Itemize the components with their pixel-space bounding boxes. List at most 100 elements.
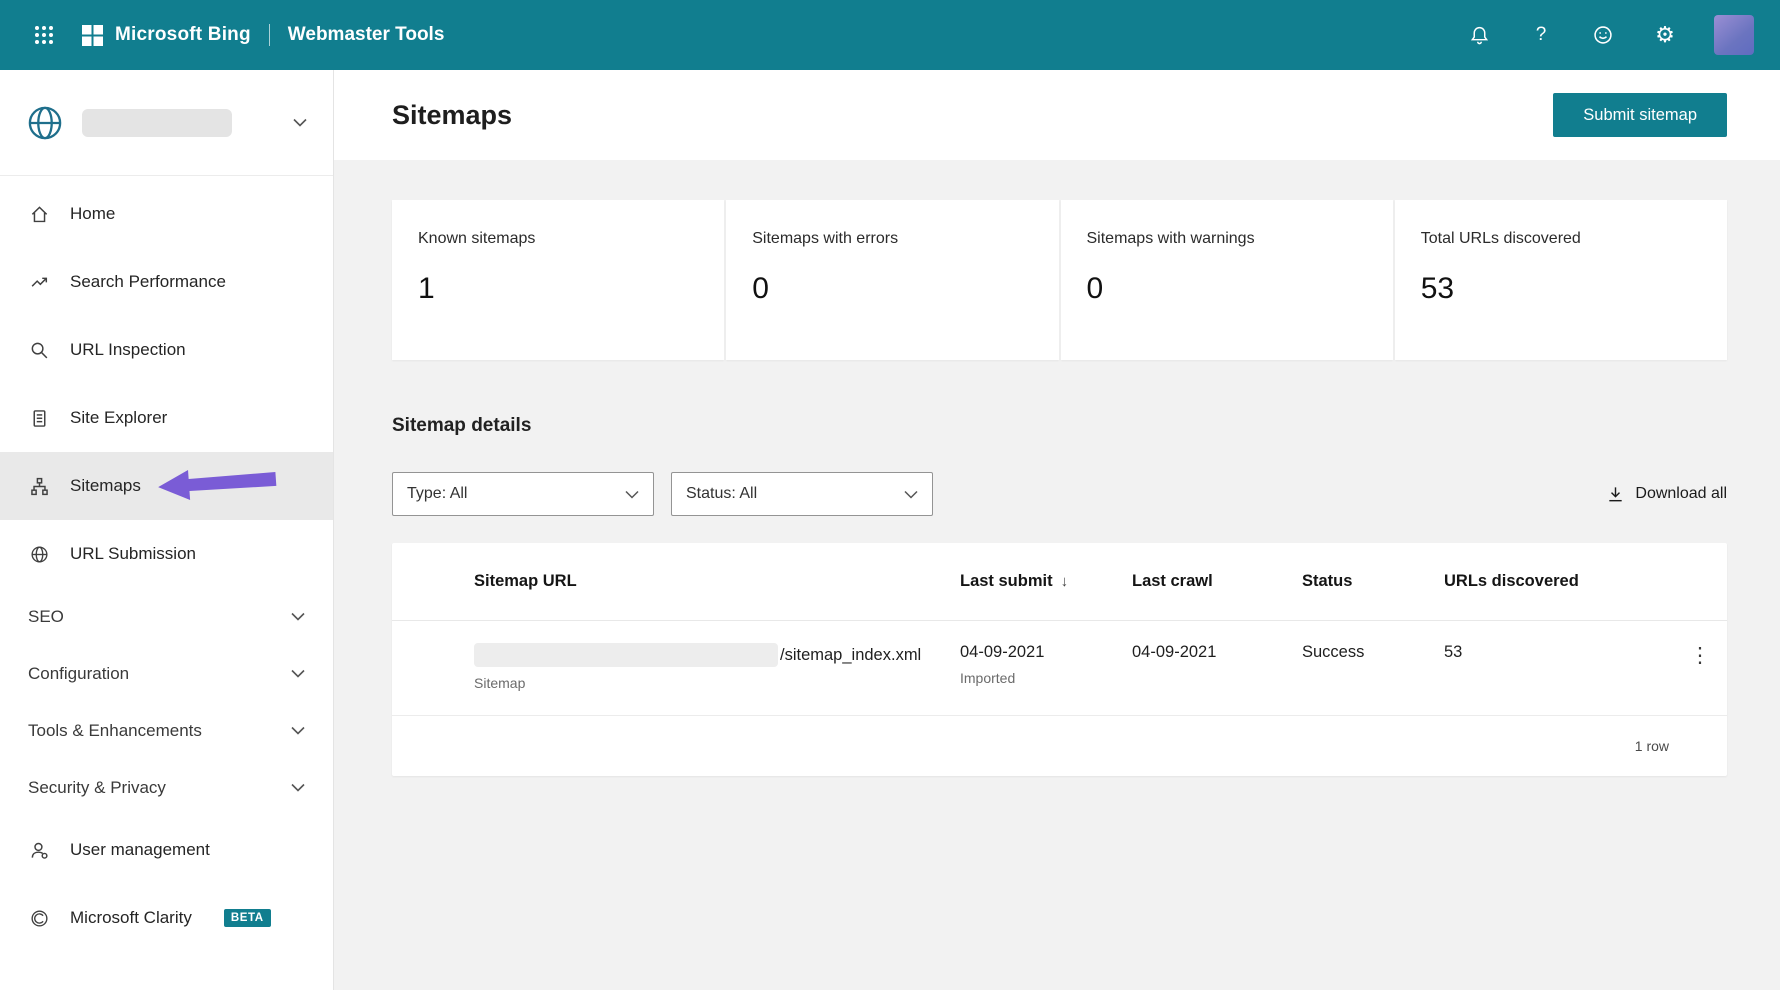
feedback-smiley-icon[interactable] <box>1590 22 1616 48</box>
stat-label: Total URLs discovered <box>1420 230 1581 247</box>
content-area: Known sitemaps 1 Sitemaps with errors 0 … <box>334 160 1780 776</box>
topbar-actions: ? ⚙ <box>1466 15 1754 55</box>
sidebar-item-label: URL Inspection <box>70 340 186 359</box>
sidebar: Home Search Performance URL Inspection S… <box>0 70 334 990</box>
stat-card-total-urls: Total URLs discovered 53 <box>1394 200 1727 360</box>
filters-row: Type: All Status: All Download all <box>392 472 1727 516</box>
chevron-down-icon <box>291 669 305 678</box>
chevron-down-icon <box>904 490 918 499</box>
user-icon <box>28 839 50 861</box>
stats-row: Known sitemaps 1 Sitemaps with errors 0 … <box>392 200 1727 360</box>
download-all-button[interactable]: Download all <box>1606 485 1727 504</box>
sitemap-icon <box>28 475 50 497</box>
status-filter-select[interactable]: Status: All <box>671 472 933 516</box>
sitemap-type-label: Sitemap <box>474 675 526 691</box>
type-filter-select[interactable]: Type: All <box>392 472 654 516</box>
brand-separator <box>268 24 270 46</box>
sidebar-item-url-inspection[interactable]: URL Inspection <box>0 316 333 384</box>
site-name-redacted <box>82 108 232 137</box>
sidebar-item-url-submission[interactable]: URL Submission <box>0 520 333 588</box>
sidebar-group-label: Tools & Enhancements <box>28 720 202 740</box>
sidebar-item-label: Home <box>70 204 116 223</box>
col-header-label: Last submit <box>960 572 1053 590</box>
page-title: Sitemaps <box>392 99 513 130</box>
col-header-status[interactable]: Status <box>1302 572 1444 591</box>
chevron-down-icon <box>293 118 307 127</box>
clarity-logo-icon <box>28 907 50 929</box>
download-all-label: Download all <box>1635 485 1727 502</box>
sidebar-item-label: User management <box>70 840 210 859</box>
sidebar-group-seo[interactable]: SEO <box>0 588 333 645</box>
stat-label: Known sitemaps <box>418 230 536 247</box>
search-icon <box>28 339 50 361</box>
sidebar-item-label: Microsoft Clarity <box>70 908 192 927</box>
submit-sitemap-button[interactable]: Submit sitemap <box>1553 93 1727 137</box>
sidebar-item-label: Site Explorer <box>70 408 168 427</box>
sidebar-group-label: Security & Privacy <box>28 777 166 797</box>
sidebar-item-home[interactable]: Home <box>0 180 333 248</box>
status-value: Success <box>1302 643 1365 661</box>
table-footer: 1 row <box>392 716 1727 776</box>
trend-chart-icon <box>28 271 50 293</box>
download-icon <box>1606 485 1625 504</box>
type-filter-value: Type: All <box>407 485 468 502</box>
last-submit-source: Imported <box>960 670 1016 686</box>
table-row: /sitemap_index.xml Sitemap 04-09-2021 Im… <box>392 621 1727 716</box>
stat-value: 1 <box>418 272 435 305</box>
help-icon[interactable]: ? <box>1528 22 1554 48</box>
row-menu-kebab-icon[interactable]: ⋮ <box>1684 645 1717 666</box>
user-avatar[interactable] <box>1714 15 1754 55</box>
sidebar-item-label: Sitemaps <box>70 476 141 495</box>
sidebar-nav: Home Search Performance URL Inspection S… <box>0 176 333 952</box>
col-header-sitemap-url[interactable]: Sitemap URL <box>392 572 960 591</box>
sitemap-url-cell: /sitemap_index.xml Sitemap <box>392 643 960 691</box>
chevron-down-icon <box>291 783 305 792</box>
sidebar-item-microsoft-clarity[interactable]: Microsoft Clarity BETA <box>0 884 333 952</box>
brand-name: Microsoft Bing <box>115 24 251 45</box>
brand-logo[interactable]: Microsoft Bing Webmaster Tools <box>82 24 444 46</box>
site-selector[interactable] <box>0 70 333 176</box>
last-crawl-cell: 04-09-2021 <box>1132 643 1302 662</box>
stat-value: 53 <box>1420 272 1455 305</box>
app-root: Microsoft Bing Webmaster Tools ? ⚙ Home … <box>0 0 1780 990</box>
sort-desc-icon: ↓ <box>1060 573 1069 590</box>
col-header-last-crawl[interactable]: Last crawl <box>1132 572 1302 591</box>
settings-gear-icon[interactable]: ⚙ <box>1652 22 1678 48</box>
document-list-icon <box>28 407 50 429</box>
chevron-down-icon <box>291 726 305 735</box>
col-header-last-submit[interactable]: Last submit ↓ <box>960 572 1132 591</box>
sidebar-item-sitemaps[interactable]: Sitemaps <box>0 452 333 520</box>
sidebar-group-security-privacy[interactable]: Security & Privacy <box>0 759 333 816</box>
url-redacted-blob <box>474 643 778 667</box>
sidebar-group-configuration[interactable]: Configuration <box>0 645 333 702</box>
sitemaps-table: Sitemap URL Last submit ↓ Last crawl Stat… <box>392 543 1727 776</box>
stat-card-sitemaps-errors: Sitemaps with errors 0 <box>726 200 1059 360</box>
status-filter-value: Status: All <box>686 485 758 502</box>
waffle-icon <box>35 26 53 44</box>
sidebar-group-label: SEO <box>28 606 64 626</box>
urls-discovered-value: 53 <box>1444 643 1463 661</box>
microsoft-logo-icon <box>82 24 103 46</box>
globe-icon <box>28 543 50 565</box>
home-icon <box>28 203 50 225</box>
chevron-down-icon <box>625 490 639 499</box>
sidebar-item-user-management[interactable]: User management <box>0 816 333 884</box>
last-crawl-date: 04-09-2021 <box>1132 643 1217 661</box>
product-name: Webmaster Tools <box>287 24 445 45</box>
page-header: Sitemaps Submit sitemap <box>334 70 1780 160</box>
status-cell: Success <box>1302 643 1444 662</box>
main-content: Sitemaps Submit sitemap Known sitemaps 1… <box>334 70 1780 990</box>
col-header-urls-discovered[interactable]: URLs discovered <box>1444 572 1673 591</box>
app-launcher-icon[interactable] <box>24 15 64 55</box>
table-header-row: Sitemap URL Last submit ↓ Last crawl Stat… <box>392 543 1727 621</box>
sidebar-item-label: URL Submission <box>70 544 196 563</box>
sidebar-group-tools-enhancements[interactable]: Tools & Enhancements <box>0 702 333 759</box>
beta-badge: BETA <box>223 909 271 927</box>
sidebar-item-site-explorer[interactable]: Site Explorer <box>0 384 333 452</box>
notifications-bell-icon[interactable] <box>1466 22 1492 48</box>
last-submit-cell: 04-09-2021 Imported <box>960 643 1132 686</box>
sidebar-item-search-performance[interactable]: Search Performance <box>0 248 333 316</box>
stat-card-known-sitemaps: Known sitemaps 1 <box>392 200 725 360</box>
urls-discovered-cell: 53 <box>1444 643 1673 662</box>
top-bar: Microsoft Bing Webmaster Tools ? ⚙ <box>0 0 1780 70</box>
